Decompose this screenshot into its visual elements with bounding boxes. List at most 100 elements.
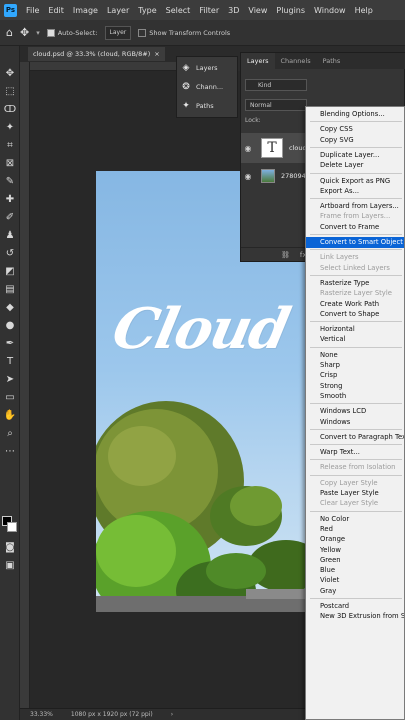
text-layer-thumbnail-icon: T bbox=[261, 138, 283, 158]
menu-view[interactable]: View bbox=[248, 6, 267, 15]
tool-preset-chevron-icon[interactable]: ▾ bbox=[36, 29, 40, 37]
context-menu-item-smooth[interactable]: Smooth bbox=[306, 391, 404, 402]
menu-file[interactable]: File bbox=[26, 6, 39, 15]
path-selection-icon[interactable]: ➤ bbox=[3, 372, 17, 386]
eraser-tool-icon[interactable]: ◩ bbox=[3, 264, 17, 278]
lasso-tool-icon[interactable]: ↀ bbox=[3, 102, 17, 116]
context-menu-item-convert-to-frame[interactable]: Convert to Frame bbox=[306, 222, 404, 233]
context-menu-item-warp-text[interactable]: Warp Text... bbox=[306, 447, 404, 458]
background-color-swatch[interactable] bbox=[7, 522, 17, 532]
eye-icon[interactable]: ◉ bbox=[241, 172, 255, 181]
menu-separator bbox=[310, 121, 402, 123]
menu-separator bbox=[310, 459, 402, 461]
quick-mask-icon[interactable]: ◙ bbox=[3, 540, 17, 554]
zoom-tool-icon[interactable]: ⌕ bbox=[3, 426, 17, 440]
context-menu-item-convert-to-shape[interactable]: Convert to Shape bbox=[306, 309, 404, 320]
horizontal-ruler[interactable] bbox=[30, 62, 180, 71]
pen-tool-icon[interactable]: ✒ bbox=[3, 336, 17, 350]
tab-paths[interactable]: Paths bbox=[317, 53, 347, 69]
mini-panel-channels[interactable]: ❂ Chann... bbox=[181, 79, 223, 95]
layer-context-menu: Blending Options... Copy CSS Copy SVG Dupli… bbox=[305, 106, 405, 720]
menu-layer[interactable]: Layer bbox=[107, 6, 129, 15]
menu-filter[interactable]: Filter bbox=[199, 6, 219, 15]
mini-panel-channels-label: Chann... bbox=[196, 83, 224, 91]
context-menu-item-convert-to-smart-object[interactable]: Convert to Smart Object bbox=[306, 237, 404, 248]
menu-separator bbox=[310, 172, 402, 174]
context-menu-item-select-linked-layers: Select Linked Layers bbox=[320, 263, 390, 272]
eye-icon[interactable]: ◉ bbox=[241, 144, 255, 153]
gradient-tool-icon[interactable]: ▤ bbox=[3, 282, 17, 296]
auto-select-dropdown[interactable]: Layer bbox=[104, 25, 132, 40]
context-menu-item-delete-layer[interactable]: Delete Layer bbox=[306, 160, 404, 171]
layer-filter-kind[interactable]: Kind bbox=[245, 79, 307, 91]
menu-help[interactable]: Help bbox=[355, 6, 373, 15]
history-brush-icon[interactable]: ↺ bbox=[3, 246, 17, 260]
stamp-tool-icon[interactable]: ♟ bbox=[3, 228, 17, 242]
image-layer-thumbnail bbox=[261, 169, 275, 183]
link-layers-icon[interactable]: ⛓ bbox=[281, 251, 290, 259]
menu-edit[interactable]: Edit bbox=[48, 6, 64, 15]
context-menu-item-windows[interactable]: Windows bbox=[306, 417, 404, 428]
menu-select[interactable]: Select bbox=[166, 6, 191, 15]
rectangle-tool-icon[interactable]: ▭ bbox=[3, 390, 17, 404]
move-tool-icon[interactable]: ✥ bbox=[20, 26, 29, 39]
zoom-level[interactable]: 33.33% bbox=[30, 711, 53, 718]
vertical-ruler[interactable] bbox=[20, 62, 30, 708]
move-tool-icon[interactable]: ✥ bbox=[3, 66, 17, 80]
context-menu-item-clear-layer-style: Clear Layer Style bbox=[320, 499, 379, 508]
more-tools-icon[interactable]: ⋯ bbox=[3, 444, 17, 458]
auto-select-checkbox[interactable] bbox=[46, 28, 55, 37]
healing-brush-icon[interactable]: ✚ bbox=[3, 192, 17, 206]
menu-image[interactable]: Image bbox=[73, 6, 98, 15]
blend-mode-dropdown[interactable]: Normal bbox=[245, 99, 307, 111]
status-chevron-icon[interactable]: › bbox=[171, 711, 173, 718]
marquee-tool-icon[interactable]: ⬚ bbox=[3, 84, 17, 98]
tab-layers[interactable]: Layers bbox=[241, 53, 275, 69]
menu-separator bbox=[310, 444, 402, 446]
mini-panel-paths[interactable]: ✦ Paths bbox=[181, 98, 214, 114]
hand-tool-icon[interactable]: ✋ bbox=[3, 408, 17, 422]
mini-panel-layers[interactable]: ◈ Layers bbox=[181, 60, 218, 76]
brush-tool-icon[interactable]: ✐ bbox=[3, 210, 17, 224]
menu-3d[interactable]: 3D bbox=[228, 6, 239, 15]
magic-wand-icon[interactable]: ✦ bbox=[3, 120, 17, 134]
mini-panel-paths-label: Paths bbox=[196, 102, 214, 110]
context-menu-item-convert-to-paragraph-text[interactable]: Convert to Paragraph Text bbox=[306, 432, 404, 443]
menu-separator bbox=[310, 198, 402, 200]
tools-panel: ✥ ⬚ ↀ ✦ ⌗ ⊠ ✎ ✚ ✐ ♟ ↺ ◩ ▤ ◆ ● ✒ T ➤ ▭ ✋ … bbox=[0, 46, 20, 720]
menu-separator bbox=[310, 274, 402, 276]
menu-plugins[interactable]: Plugins bbox=[276, 6, 305, 15]
tab-channels[interactable]: Channels bbox=[275, 53, 317, 69]
channels-icon: ❂ bbox=[182, 82, 190, 92]
dodge-tool-icon[interactable]: ● bbox=[3, 318, 17, 332]
menu-separator bbox=[310, 234, 402, 235]
context-menu-item-blending-options[interactable]: Blending Options... bbox=[306, 109, 404, 120]
crop-tool-icon[interactable]: ⌗ bbox=[3, 138, 17, 152]
layers-panel-tabs: Layers Channels Paths bbox=[241, 53, 405, 69]
context-menu-item-export-as[interactable]: Export As... bbox=[306, 186, 404, 197]
menu-window[interactable]: Window bbox=[314, 6, 346, 15]
context-menu-item-copy-svg[interactable]: Copy SVG bbox=[306, 135, 404, 146]
home-icon[interactable]: ⌂ bbox=[6, 26, 13, 39]
context-menu-item-vertical[interactable]: Vertical bbox=[306, 334, 404, 345]
layers-icon: ◈ bbox=[182, 63, 190, 73]
blur-tool-icon[interactable]: ◆ bbox=[3, 300, 17, 314]
context-menu-item-release-from-isolation: Release from Isolation bbox=[320, 463, 396, 472]
document-dimensions: 1080 px x 1920 px (72 ppi) bbox=[70, 711, 153, 718]
close-icon[interactable]: × bbox=[154, 50, 159, 58]
screen-mode-icon[interactable]: ▣ bbox=[3, 558, 17, 572]
paths-icon: ✦ bbox=[182, 101, 190, 111]
context-menu-item-new-3d-extrusion-from-selected-layer[interactable]: New 3D Extrusion from Selected Layer bbox=[306, 611, 404, 622]
type-tool-icon[interactable]: T bbox=[3, 354, 17, 368]
menu-bar: Ps File Edit Image Layer Type Select Filter 3D V… bbox=[0, 0, 405, 20]
menu-type[interactable]: Type bbox=[138, 6, 156, 15]
show-transform-checkbox[interactable] bbox=[138, 28, 147, 37]
menu-separator bbox=[310, 474, 402, 476]
eyedropper-icon[interactable]: ✎ bbox=[3, 174, 17, 188]
document-tab[interactable]: cloud.psd @ 33.3% (cloud, RGB/8#) × bbox=[28, 47, 165, 61]
photoshop-logo-icon[interactable]: Ps bbox=[4, 3, 17, 17]
menu-separator bbox=[310, 321, 402, 323]
layer-name[interactable]: cloud bbox=[289, 144, 307, 152]
frame-tool-icon[interactable]: ⊠ bbox=[3, 156, 17, 170]
context-menu-item-gray[interactable]: Gray bbox=[306, 586, 404, 597]
